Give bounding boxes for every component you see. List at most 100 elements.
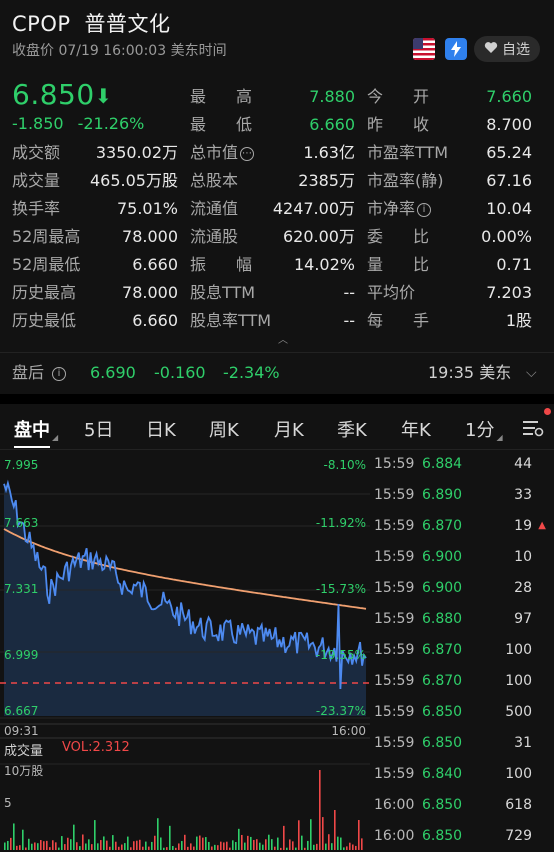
tab-quarterly[interactable]: 季K xyxy=(337,416,367,442)
volume-bar xyxy=(265,839,267,850)
stat-value: 3350.02万 xyxy=(95,143,178,162)
stat-value: 0.71 xyxy=(496,255,532,274)
volume-bar xyxy=(145,841,147,850)
volume-tick: 5 xyxy=(4,796,12,810)
tick-time: 15:59 xyxy=(374,642,415,658)
volume-bar xyxy=(31,843,33,850)
volume-bar xyxy=(244,842,246,850)
tick-time: 15:59 xyxy=(374,549,415,565)
tick-time: 15:59 xyxy=(374,735,415,751)
volume-bar xyxy=(349,842,351,850)
volume-bar xyxy=(232,840,234,850)
tab-monthly[interactable]: 月K xyxy=(274,416,304,442)
volume-bar xyxy=(352,844,354,850)
after-hours-time: 19:35 美东 xyxy=(428,363,512,382)
stat-value: 2385万 xyxy=(298,171,355,190)
close-status: 收盘价 07/19 16:00:03 美东时间 xyxy=(12,43,227,59)
chart-settings-icon[interactable] xyxy=(522,418,544,438)
volume-bar xyxy=(16,845,18,850)
tick-time: 15:59 xyxy=(374,518,415,534)
tick-row: 15:59 6.850 31 xyxy=(372,733,552,753)
volume-bar xyxy=(94,820,96,850)
volume-bar xyxy=(241,834,243,850)
volume-bar xyxy=(235,841,237,850)
stat-label: 市净率 i xyxy=(367,198,432,220)
tick-price: 6.870 xyxy=(422,642,463,658)
stat-label: 市盈率(静) xyxy=(367,171,444,190)
volume-bar xyxy=(187,846,189,850)
tick-price: 6.850 xyxy=(422,828,463,844)
tick-time: 15:59 xyxy=(374,456,415,472)
tab-intraday[interactable]: 盘中 ◢ xyxy=(14,416,58,442)
volume-bar xyxy=(346,846,348,850)
tick-volume: 44 xyxy=(514,456,532,472)
stat-value: -- xyxy=(343,311,355,330)
volume-bar xyxy=(58,847,60,850)
lightning-icon[interactable] xyxy=(445,38,467,60)
volume-bar xyxy=(121,844,123,850)
tab-yearly[interactable]: 年K xyxy=(401,416,431,442)
header: CPOP 普普文化 收盘价 07/19 16:00:03 美东时间 自选 xyxy=(0,0,554,62)
tick-row: 15:59 6.840 100 xyxy=(372,764,552,784)
stat-value: -- xyxy=(343,283,355,302)
volume-bar xyxy=(115,841,117,850)
info-icon[interactable]: i xyxy=(52,366,67,381)
volume-value: VOL:2.312 xyxy=(62,740,130,755)
volume-bar xyxy=(283,825,285,850)
volume-bar xyxy=(208,841,210,850)
tick-volume: 729 xyxy=(505,828,532,844)
stat-label: 成交额 xyxy=(12,143,61,162)
volume-bar xyxy=(196,836,198,850)
volume-bar xyxy=(64,844,66,850)
collapse-caret-icon[interactable]: ︿ xyxy=(278,331,288,346)
stat-label: 换手率 xyxy=(12,199,61,218)
tab-weekly[interactable]: 周K xyxy=(209,416,239,442)
tick-list[interactable]: 15:59 6.884 44 15:59 6.890 33 15:59 6.870 19 ▲ … xyxy=(372,454,554,852)
stat-value: 78.000 xyxy=(122,283,178,302)
volume-bar xyxy=(25,847,27,850)
pct-label: -23.37% xyxy=(315,704,366,718)
pct-label: -19.55% xyxy=(315,648,366,662)
add-watchlist-button[interactable]: 自选 xyxy=(474,36,540,62)
tick-price: 6.850 xyxy=(422,704,463,720)
volume-bar xyxy=(355,845,357,850)
tick-volume: 100 xyxy=(505,673,532,689)
volume-bar xyxy=(298,820,300,850)
volume-bar xyxy=(139,839,141,850)
after-hours-bar[interactable]: 盘后 i 6.690 -0.160 -2.34% 19:35 美东 ⌵ xyxy=(0,352,554,394)
volume-bar xyxy=(127,836,129,850)
more-icon[interactable]: ⋯ xyxy=(240,146,255,161)
volume-bar xyxy=(61,836,63,850)
down-arrow-icon: ⬇ xyxy=(95,84,112,108)
volume-bar xyxy=(199,835,201,850)
stat-label-text: 市净率 xyxy=(367,199,416,218)
tick-volume: 618 xyxy=(505,797,532,813)
tick-time: 15:59 xyxy=(374,766,415,782)
volume-bar xyxy=(358,820,360,850)
active-tab-indicator xyxy=(14,446,50,448)
stat-label: 平均价 xyxy=(367,283,416,302)
tick-price: 6.900 xyxy=(422,549,463,565)
tab-daily[interactable]: 日K xyxy=(146,416,176,442)
stock-title: CPOP 普普文化 xyxy=(12,8,171,38)
stat-value: 7.203 xyxy=(486,283,532,302)
volume-bar xyxy=(118,846,120,850)
info-icon[interactable]: i xyxy=(417,202,432,217)
stat-label: 市盈率TTM xyxy=(367,143,449,162)
volume-bar xyxy=(268,834,270,850)
volume-bar xyxy=(37,843,39,850)
tick-volume: 19 xyxy=(514,518,532,534)
volume-bar xyxy=(193,846,195,850)
heart-icon xyxy=(484,41,498,58)
intraday-chart[interactable]: 7.995 7.663 7.331 6.999 6.667 -8.10% -11… xyxy=(0,454,370,852)
volume-bar xyxy=(292,841,294,850)
y-label: 7.331 xyxy=(4,582,39,596)
volume-bar xyxy=(226,841,228,850)
stat-label: 最 高 xyxy=(190,87,260,106)
chevron-down-icon[interactable]: ⌵ xyxy=(526,362,537,384)
tick-row: 15:59 6.890 33 xyxy=(372,485,552,505)
tab-1min[interactable]: 1分 ◢ xyxy=(465,416,503,442)
stat-label: 总股本 xyxy=(190,171,239,190)
tab-5day[interactable]: 5日 xyxy=(84,416,113,442)
volume-bar xyxy=(175,847,177,850)
